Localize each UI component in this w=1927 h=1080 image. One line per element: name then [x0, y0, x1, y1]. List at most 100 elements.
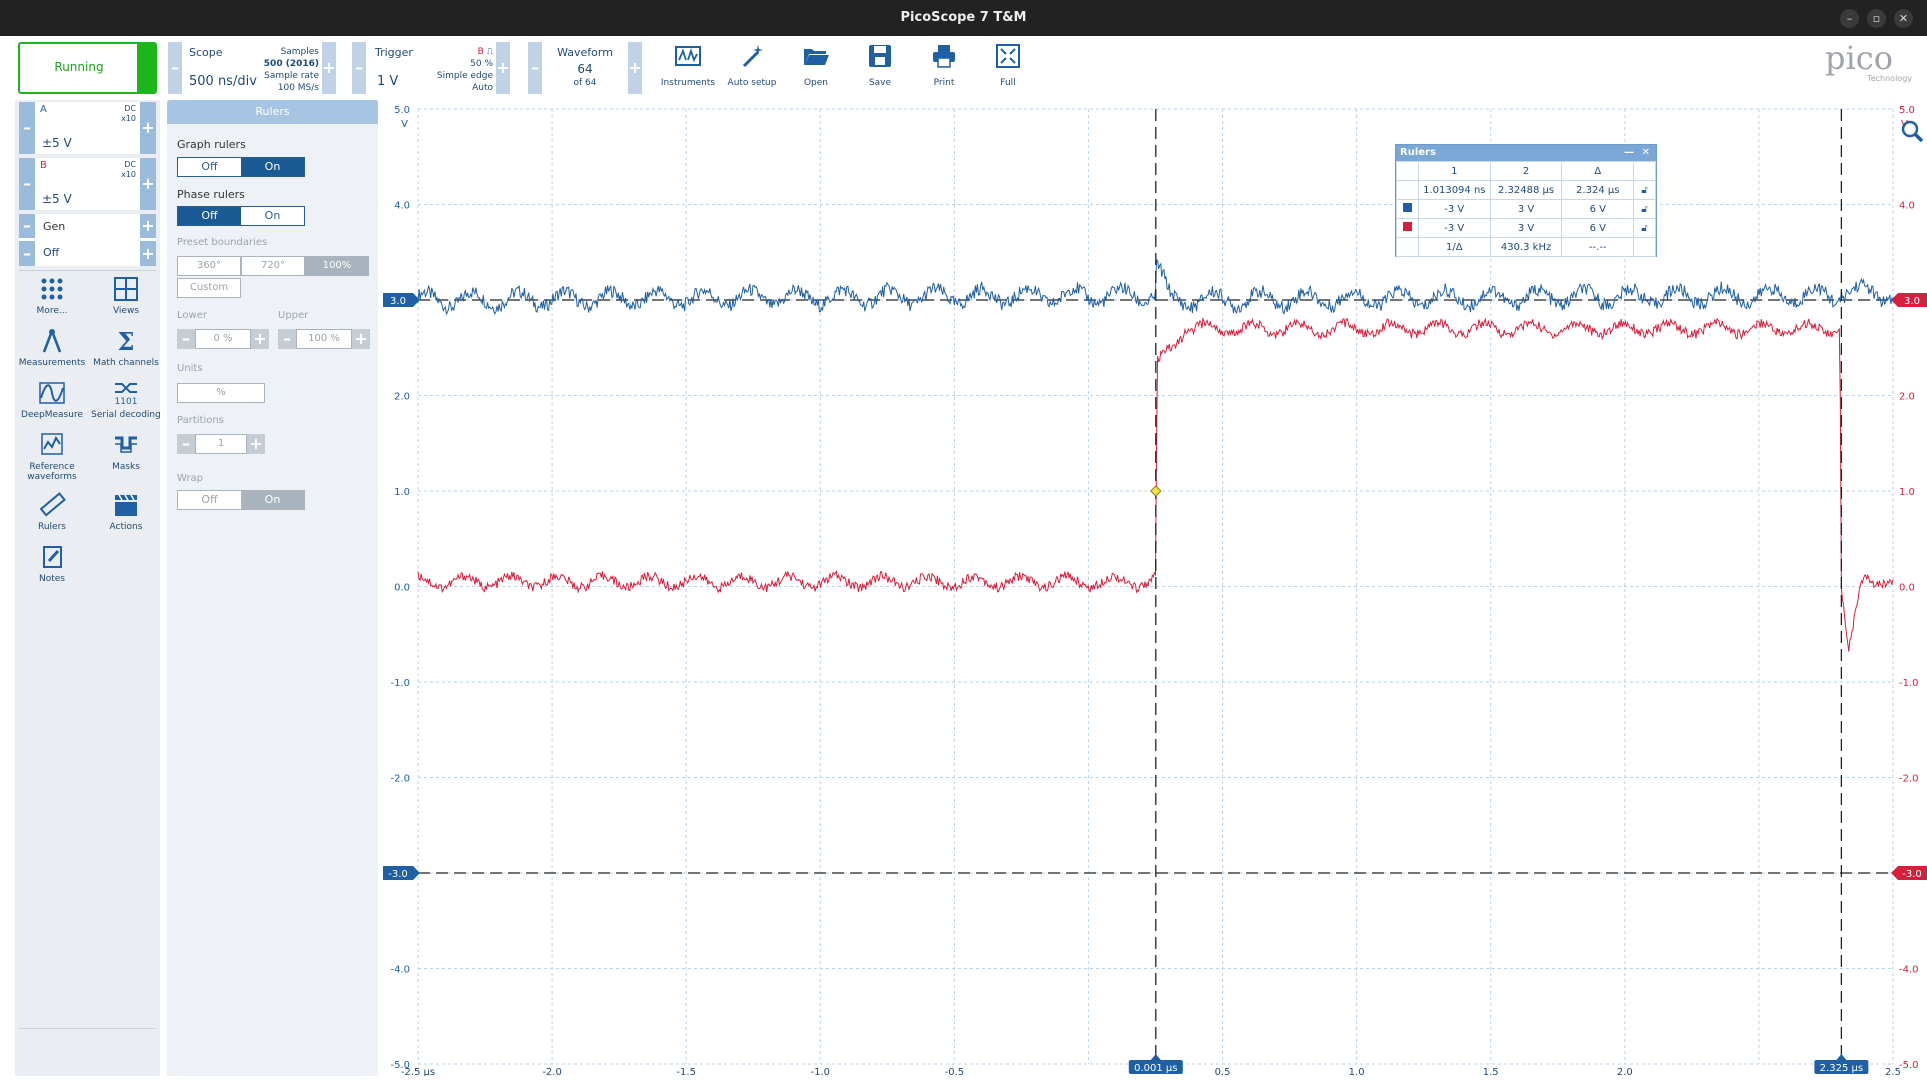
- masks-button[interactable]: Masks: [89, 432, 163, 472]
- waveform-next-button[interactable]: +: [628, 42, 642, 94]
- channel-a-name: A: [40, 104, 47, 115]
- gen-decrease-button[interactable]: –: [19, 214, 35, 238]
- maximize-icon[interactable]: ▫: [1867, 9, 1886, 28]
- trigger-level: 1 V: [377, 74, 399, 89]
- more-button[interactable]: More...: [15, 276, 89, 316]
- preset-custom-button[interactable]: Custom: [177, 278, 241, 298]
- trigger-auto: Auto: [472, 83, 493, 93]
- svg-text:1101: 1101: [115, 397, 138, 406]
- rulers-button[interactable]: Rulers: [15, 492, 89, 532]
- print-button[interactable]: Print: [914, 42, 974, 88]
- preset-720-button[interactable]: 720°: [241, 256, 305, 276]
- channel-a-settings[interactable]: – A DC x10 ±5 V +: [19, 102, 156, 154]
- phase-rulers-off[interactable]: Off: [178, 207, 241, 225]
- full-screen-button[interactable]: Full: [978, 42, 1038, 88]
- rulers-settings-panel: Rulers Graph rulers Off On Phase rulers …: [167, 100, 378, 1076]
- phase-rulers-on[interactable]: On: [241, 207, 304, 225]
- lower-increase-button[interactable]: +: [251, 329, 269, 349]
- preset-100-button[interactable]: 100%: [305, 256, 369, 276]
- partitions-decrease-button[interactable]: –: [177, 434, 195, 454]
- oscilloscope-graph[interactable]: 5.0 4.0 3.0 2.0 1.0 0.0 -1.0 -2.0 -3.0 -4.0 -5.0 V 5…: [383, 100, 1927, 1078]
- units-label: Units: [177, 363, 203, 374]
- upper-increase-button[interactable]: +: [352, 329, 370, 349]
- partitions-input[interactable]: 1: [195, 434, 247, 454]
- time-ruler-label: 2.325 μs: [1820, 1063, 1863, 1074]
- lock-icon[interactable]: 🔓︎: [1633, 180, 1656, 200]
- channel-b-increase-button[interactable]: +: [140, 158, 156, 210]
- magic-wand-icon: [742, 45, 763, 68]
- save-label: Save: [868, 78, 892, 88]
- math-channels-button[interactable]: Σ Math channels: [89, 328, 163, 368]
- close-icon[interactable]: ✕: [1894, 9, 1913, 28]
- rulers-table-close-icon[interactable]: ✕: [1642, 145, 1650, 161]
- waveform-buffer: Waveform 64 of 64: [543, 42, 627, 94]
- graph-rulers-toggle[interactable]: Off On: [177, 157, 305, 177]
- left-sidebar: – A DC x10 ±5 V + – B DC x10 ±5 V + – – …: [15, 100, 163, 1076]
- window-title: PicoScope 7 T&M: [900, 10, 1027, 25]
- trigger-source: B: [477, 47, 484, 57]
- timebase-decrease-button[interactable]: –: [168, 42, 182, 94]
- channel-a-increase-button[interactable]: +: [140, 102, 156, 154]
- waveform-count: of 64: [573, 78, 597, 88]
- waveform-previous-button[interactable]: –: [528, 42, 542, 94]
- signal-generator-settings[interactable]: – – Gen Off + +: [19, 214, 156, 266]
- upper-decrease-button[interactable]: –: [278, 329, 296, 349]
- wrap-on[interactable]: On: [241, 491, 304, 509]
- views-button[interactable]: Views: [89, 276, 163, 316]
- instruments-button[interactable]: Instruments: [658, 42, 718, 88]
- y-tick-label-right: 0.0: [1899, 583, 1915, 594]
- timebase-increase-button[interactable]: +: [322, 42, 336, 94]
- rulers-table-minimize-icon[interactable]: —: [1624, 145, 1634, 161]
- phase-rulers-toggle[interactable]: Off On: [177, 206, 305, 226]
- measurements-button[interactable]: Measurements: [15, 328, 89, 368]
- rulers-label: Rulers: [38, 522, 66, 532]
- serial-decoding-icon: 1101: [115, 383, 138, 406]
- time-ruler-handle-arrow: [1836, 1054, 1847, 1060]
- trigger-title: Trigger: [375, 46, 413, 59]
- zoom-icon[interactable]: [1901, 120, 1924, 143]
- upper-input[interactable]: 100 %: [296, 329, 352, 349]
- rulers-table-header[interactable]: Rulers — ✕: [1396, 145, 1656, 161]
- wrap-toggle[interactable]: Off On: [177, 490, 305, 510]
- minimize-icon[interactable]: –: [1840, 9, 1859, 28]
- trigger-settings[interactable]: Trigger B ⎍ 50 % Simple edge Auto 1 V: [367, 42, 495, 94]
- lower-decrease-button[interactable]: –: [177, 329, 195, 349]
- trigger-increase-button[interactable]: +: [496, 42, 510, 94]
- partitions-increase-button[interactable]: +: [247, 434, 265, 454]
- table-row: 1.013094 ns 2.32488 μs 2.324 μs 🔓︎: [1396, 180, 1656, 200]
- channel-b-name: B: [40, 160, 47, 171]
- preset-360-button[interactable]: 360°: [177, 256, 241, 276]
- scope-settings[interactable]: Scope Samples 500 (2016) Sample rate 100…: [183, 42, 321, 94]
- notes-button[interactable]: Notes: [15, 544, 89, 584]
- wrap-off[interactable]: Off: [178, 491, 241, 509]
- lower-input[interactable]: 0 %: [195, 329, 251, 349]
- reference-waveforms-button[interactable]: Reference waveforms: [15, 432, 89, 482]
- channel-b-settings[interactable]: – B DC x10 ±5 V +: [19, 158, 156, 210]
- channel-b-decrease-button[interactable]: –: [19, 158, 35, 210]
- lock-icon[interactable]: 🔓︎: [1633, 199, 1656, 219]
- main-toolbar: Running – Scope Samples 500 (2016) Sampl…: [0, 36, 1927, 100]
- graph-rulers-on[interactable]: On: [241, 158, 304, 176]
- scope-view[interactable]: 5.0 4.0 3.0 2.0 1.0 0.0 -1.0 -2.0 -3.0 -4.0 -5.0 V 5…: [383, 100, 1927, 1078]
- open-button[interactable]: Open: [786, 42, 846, 88]
- actions-button[interactable]: Actions: [89, 492, 163, 532]
- gen-value-increase-button[interactable]: +: [140, 241, 156, 266]
- masks-icon: [115, 436, 137, 453]
- channel-a-decrease-button[interactable]: –: [19, 102, 35, 154]
- graph-rulers-off[interactable]: Off: [178, 158, 241, 176]
- trigger-decrease-button[interactable]: –: [352, 42, 366, 94]
- serial-decoding-button[interactable]: 1101 Serial decoding: [89, 380, 163, 420]
- units-input[interactable]: %: [177, 383, 265, 403]
- lock-icon[interactable]: 🔓︎: [1633, 218, 1656, 238]
- auto-setup-button[interactable]: Auto setup: [722, 42, 782, 88]
- deepmeasure-icon: [39, 382, 65, 404]
- a-ruler-1: -3 V: [1417, 199, 1491, 219]
- y-tick-label-right: 2.0: [1899, 392, 1915, 403]
- save-button[interactable]: Save: [850, 42, 910, 88]
- rulers-table-window[interactable]: Rulers — ✕ 1 2 Δ 1.013094 ns 2.32488 μs …: [1395, 144, 1657, 257]
- sidebar-divider: [19, 270, 156, 271]
- deepmeasure-button[interactable]: DeepMeasure: [15, 380, 89, 420]
- gen-increase-button[interactable]: +: [140, 214, 156, 238]
- gen-value-decrease-button[interactable]: –: [19, 241, 35, 266]
- run-stop-button[interactable]: Running: [18, 42, 157, 94]
